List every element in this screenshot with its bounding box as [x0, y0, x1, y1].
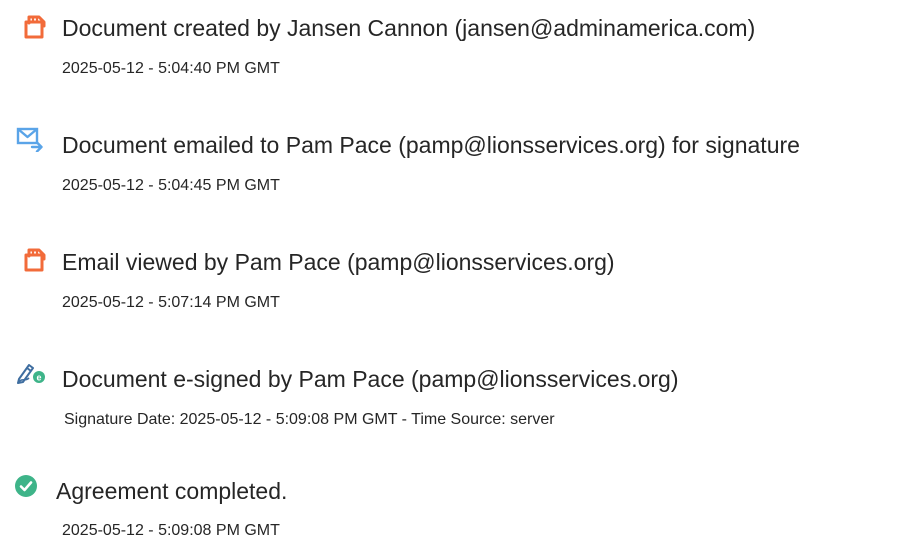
event-timestamp: 2025-05-12 - 5:07:14 PM GMT [62, 294, 280, 311]
event-timestamp: 2025-05-12 - 5:09:08 PM GMT [62, 522, 280, 539]
email-sent-icon [16, 126, 43, 152]
event-title: Document created by Jansen Cannon (janse… [62, 15, 756, 41]
event-timestamp: 2025-05-12 - 5:04:45 PM GMT [62, 177, 280, 194]
email-viewed-icon [22, 247, 48, 273]
event-title: Agreement completed. [56, 478, 288, 504]
event-title: Document e-signed by Pam Pace (pamp@lion… [62, 366, 679, 392]
document-created-icon [22, 14, 48, 40]
event-title: Document emailed to Pam Pace (pamp@lions… [62, 132, 800, 158]
event-title: Email viewed by Pam Pace (pamp@lionsserv… [62, 249, 615, 275]
e-sign-pen-icon: e [16, 360, 45, 386]
completed-check-icon [14, 473, 40, 499]
svg-text:e: e [36, 373, 41, 383]
event-timestamp: 2025-05-12 - 5:04:40 PM GMT [62, 60, 280, 77]
event-timestamp: Signature Date: 2025-05-12 - 5:09:08 PM … [64, 411, 555, 428]
